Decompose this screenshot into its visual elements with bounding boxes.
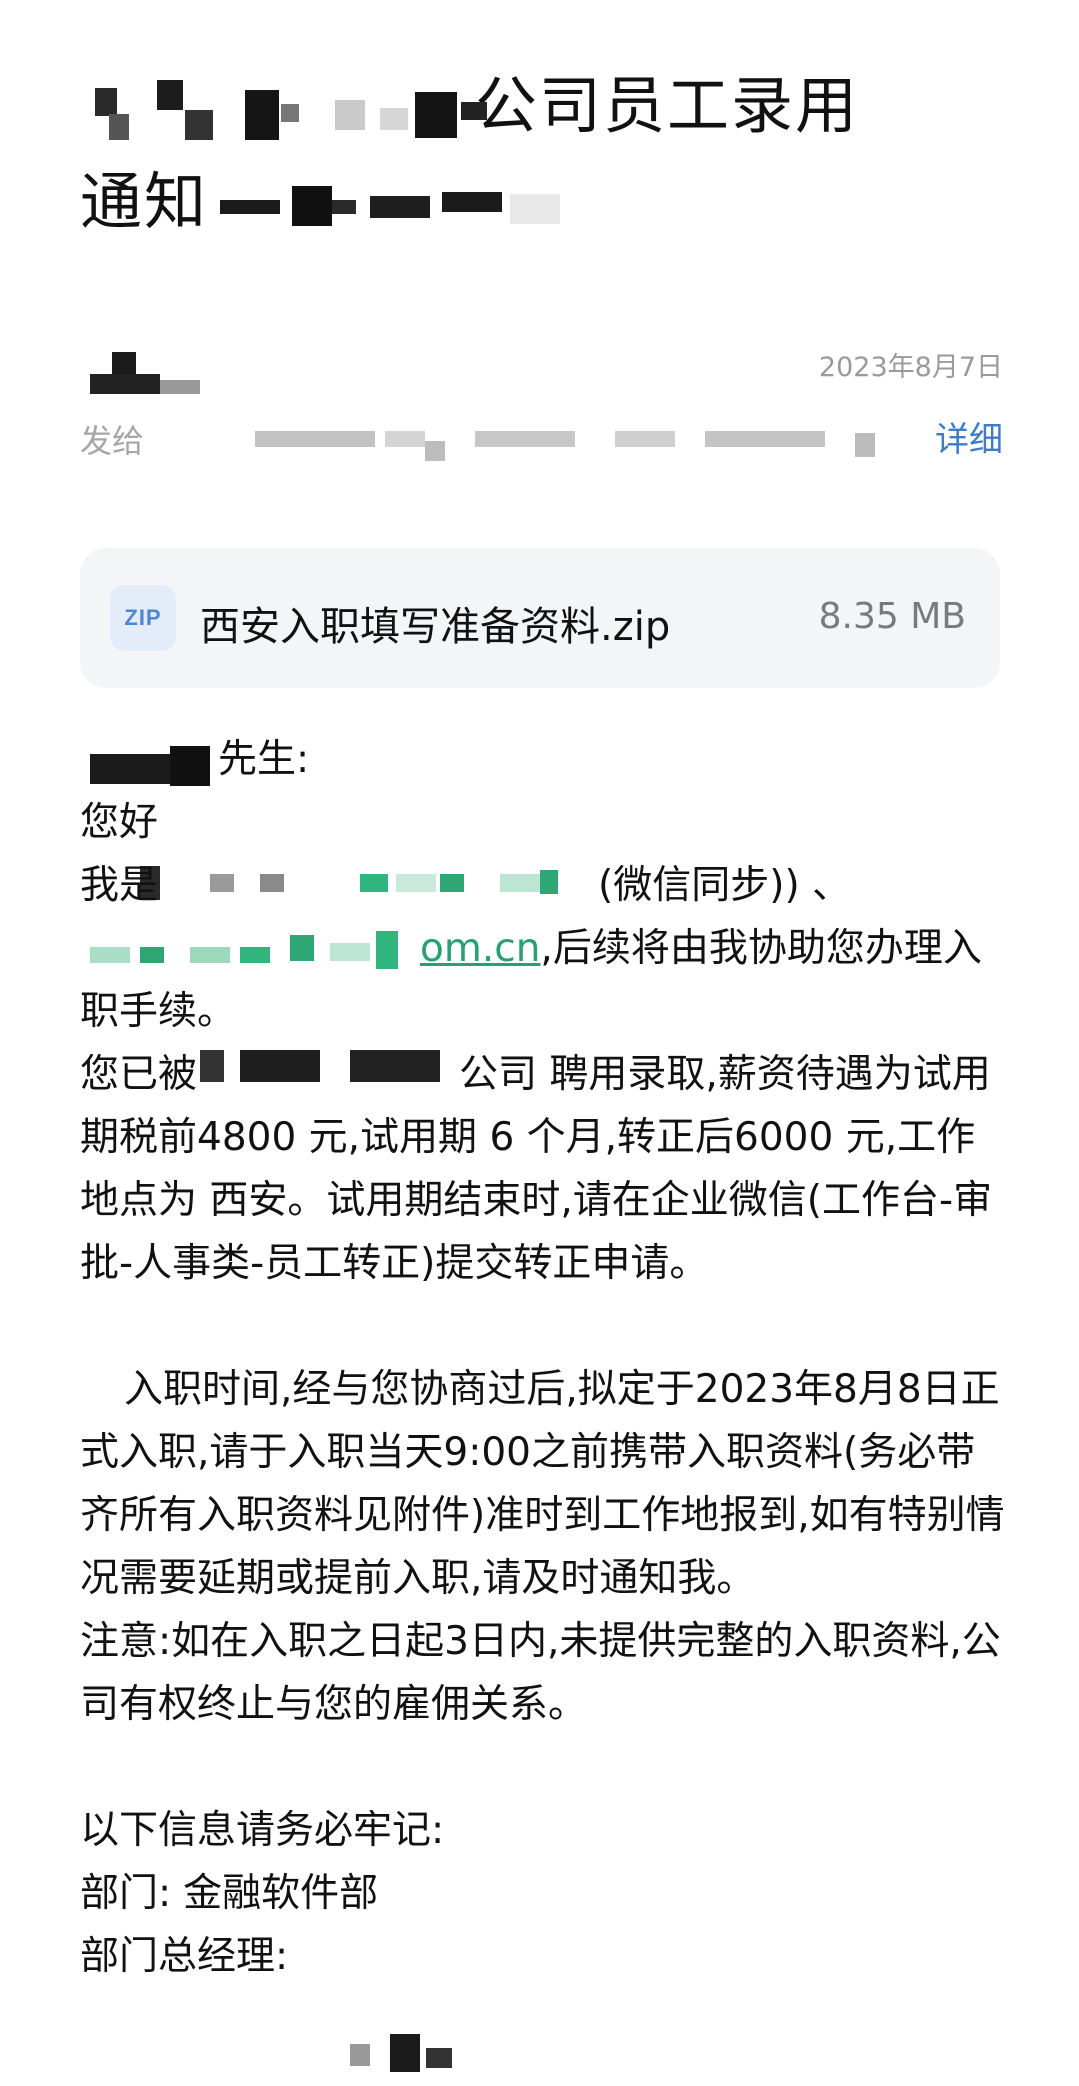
attachment-name: 西安入职填写准备资料.zip (200, 604, 671, 650)
redacted-sender-name (90, 350, 210, 400)
redacted-manager-name (340, 2030, 470, 2075)
redacted-company-name (95, 70, 495, 150)
greeting-line: 先生: (218, 737, 310, 782)
attachment-size: 8.35 MB (818, 596, 966, 637)
manager-line: 部门总经理: (80, 1934, 289, 1979)
redacted-candidate-name (220, 170, 590, 240)
onboarding-paragraph: 入职时间,经与您协商过后,拟定于2023年8月8日正式入职,请于入职当天9:00… (80, 1367, 1005, 1601)
department-line: 部门: 金融软件部 (80, 1871, 379, 1916)
offer-paragraph: 您已被 公司 聘用录取,薪资待遇为试用期税前4800 元,试用期 6 个月,转正后… (80, 1052, 993, 1286)
remember-heading: 以下信息请务必牢记: (80, 1808, 445, 1853)
intro-line: 我是 (微信同步)) 、 om.cn,后续将由我协助您办理入职手续。 (80, 863, 982, 1034)
sender-email-link[interactable]: om.cn (420, 926, 540, 971)
hello-line: 您好 (80, 800, 159, 845)
recipients-label: 发给 (80, 422, 145, 460)
redacted-recipients[interactable] (195, 425, 895, 465)
notice-paragraph: 注意:如在入职之日起3日内,未提供完整的入职资料,公司有权终止与您的雇佣关系。 (80, 1619, 1001, 1727)
attachment-card[interactable]: ZIP 西安入职填写准备资料.zip 8.35 MB (80, 548, 1000, 688)
details-link[interactable]: 详细 (935, 412, 1003, 461)
email-body: 先生: 您好 我是 (微信同步)) 、 om.cn,后续将由我协助您办理入职手续。… (80, 728, 1010, 1988)
zip-file-icon: ZIP (110, 585, 176, 651)
email-date: 2023年8月7日 (818, 352, 1003, 383)
